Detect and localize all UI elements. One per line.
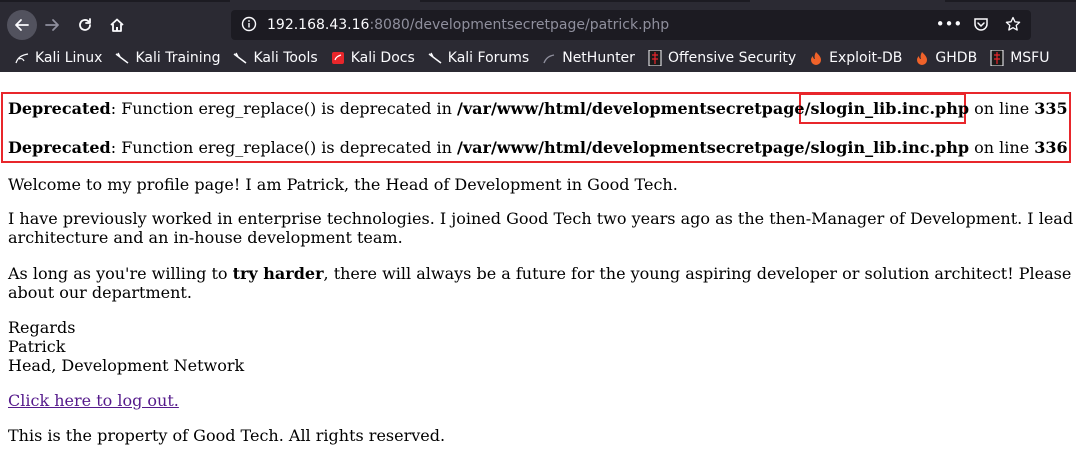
tab-strip-segment xyxy=(945,0,1076,2)
reload-button[interactable] xyxy=(71,11,99,39)
motto-text: , there will always be a future for the … xyxy=(323,264,1076,283)
signoff-regards: Regards xyxy=(8,318,76,337)
page-actions-icon[interactable]: ••• xyxy=(936,14,963,34)
bookmark-kali-forums[interactable]: Kali Forums xyxy=(427,50,529,66)
bookmark-label: Offensive Security xyxy=(667,50,797,66)
footer-text: This is the property of Good Tech. All r… xyxy=(8,426,446,445)
url-path: :8080/developmentsecretpage/patrick.php xyxy=(369,17,670,33)
signoff-name: Patrick xyxy=(8,337,66,356)
bookmark-label: Kali Tools xyxy=(253,50,318,66)
kali-dragon-icon xyxy=(114,50,130,66)
bookmark-label: NetHunter xyxy=(562,50,635,66)
warning-line-number: 335 xyxy=(1034,99,1068,118)
bookmark-label: Kali Linux xyxy=(35,50,103,66)
tab-strip-segment xyxy=(0,0,230,2)
warning-file: slogin_lib.inc.php xyxy=(810,138,970,157)
reload-icon xyxy=(79,18,91,31)
back-button[interactable] xyxy=(7,10,37,40)
exploitdb-icon xyxy=(808,50,824,66)
tab-strip-segment xyxy=(420,0,750,2)
url-actions: ••• xyxy=(936,14,1023,34)
arrow-left-icon xyxy=(15,19,29,31)
welcome-text: Welcome to my profile page! I am Patrick… xyxy=(8,175,678,194)
logout-link[interactable]: Click here to log out. xyxy=(8,391,179,410)
warning-on-line: on line xyxy=(969,138,1035,157)
kali-docs-icon xyxy=(330,50,346,66)
bookmark-msfu[interactable]: MSFU xyxy=(989,50,1049,66)
bookmark-label: MSFU xyxy=(1010,50,1050,66)
warning-path: /var/www/html/developmentsecretpage/ xyxy=(457,138,811,157)
home-button[interactable] xyxy=(103,11,131,39)
bookmark-label: Kali Training xyxy=(135,50,221,66)
offsec-icon xyxy=(647,50,663,66)
address-bar[interactable]: 192.168.43.16:8080/developmentsecretpage… xyxy=(231,10,1031,40)
bookmark-nethunter[interactable]: NetHunter xyxy=(541,50,635,66)
bookmark-kali-linux[interactable]: Kali Linux xyxy=(14,50,102,66)
offsec-icon xyxy=(989,50,1005,66)
kali-dragon-icon xyxy=(427,50,443,66)
bookmark-kali-training[interactable]: Kali Training xyxy=(114,50,220,66)
warning-text: : Function ereg_replace() is deprecated … xyxy=(110,138,457,157)
bookmark-label: Kali Docs xyxy=(350,50,415,66)
warning-path: /var/www/html/developmentsecretpage/ xyxy=(457,99,811,118)
motto-paragraph-line: about our department. xyxy=(8,283,192,302)
warning-file: slogin_lib.inc.php xyxy=(810,99,970,118)
bookmark-offensive-security[interactable]: Offensive Security xyxy=(647,50,796,66)
bio-paragraph-line: architecture and an in-house development… xyxy=(8,228,403,247)
bookmark-label: Exploit-DB xyxy=(829,50,903,66)
warning-label: Deprecated xyxy=(8,138,111,157)
nethunter-icon xyxy=(541,50,557,66)
motto-emphasis: try harder xyxy=(232,264,324,283)
url-text[interactable]: 192.168.43.16:8080/developmentsecretpage… xyxy=(267,16,669,34)
kali-dragon-icon xyxy=(232,50,248,66)
bookmark-kali-docs[interactable]: Kali Docs xyxy=(330,50,415,66)
home-icon xyxy=(110,18,124,32)
bookmark-kali-tools[interactable]: Kali Tools xyxy=(232,50,318,66)
deprecation-warning: Deprecated: Function ereg_replace() is d… xyxy=(8,99,1068,118)
warning-line-number: 336 xyxy=(1034,138,1068,157)
warning-on-line: on line xyxy=(969,99,1035,118)
url-host: 192.168.43.16 xyxy=(267,17,370,33)
bookmarks-toolbar: Kali Linux Kali Training Kali Tools Kali… xyxy=(0,46,1049,70)
pocket-icon[interactable] xyxy=(971,14,991,34)
site-info-icon[interactable] xyxy=(239,14,259,34)
arrow-right-icon xyxy=(45,19,59,31)
bookmark-label: Kali Forums xyxy=(447,50,530,66)
motto-paragraph-line: As long as you're willing to try harder,… xyxy=(8,264,1076,283)
motto-text: As long as you're willing to xyxy=(8,264,233,283)
bookmark-ghdb[interactable]: GHDB xyxy=(914,50,977,66)
warning-label: Deprecated xyxy=(8,99,111,118)
warning-text: : Function ereg_replace() is deprecated … xyxy=(110,99,457,118)
kali-dragon-icon xyxy=(14,50,30,66)
exploitdb-icon xyxy=(914,50,930,66)
bio-paragraph-line: I have previously worked in enterprise t… xyxy=(8,209,1076,228)
bookmark-star-icon[interactable] xyxy=(1003,14,1023,34)
forward-button[interactable] xyxy=(38,11,66,39)
bookmark-label: GHDB xyxy=(935,50,978,66)
browser-chrome: 192.168.43.16:8080/developmentsecretpage… xyxy=(0,0,1076,72)
signoff-title: Head, Development Network xyxy=(8,356,245,375)
bookmark-exploit-db[interactable]: Exploit-DB xyxy=(808,50,902,66)
deprecation-warning: Deprecated: Function ereg_replace() is d… xyxy=(8,138,1068,157)
